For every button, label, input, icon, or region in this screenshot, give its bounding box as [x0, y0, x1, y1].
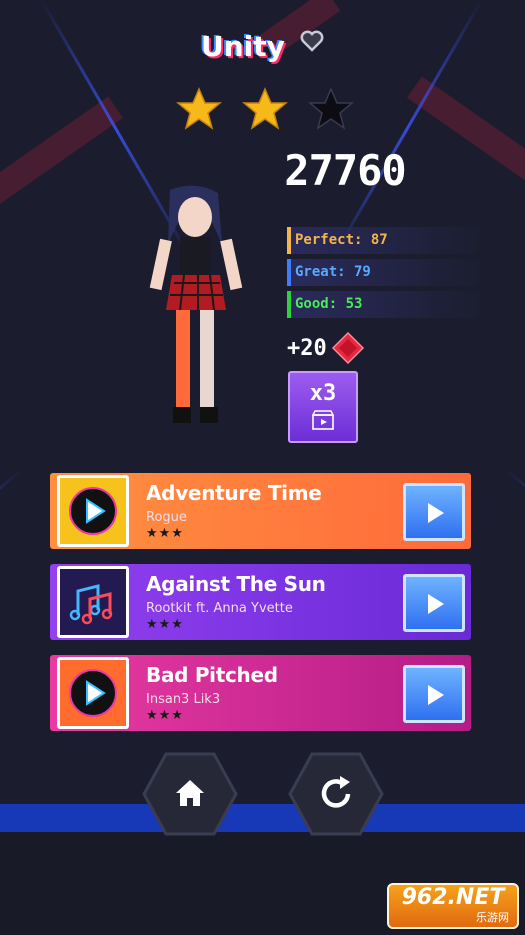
play-disc-icon — [69, 669, 117, 717]
great-count: Great: 79 — [287, 259, 487, 286]
reward-amount: +20 — [287, 335, 327, 361]
home-button[interactable] — [142, 752, 238, 836]
play-disc-icon — [69, 487, 117, 535]
character-avatar — [149, 185, 243, 423]
play-icon — [428, 685, 444, 705]
stage-floor — [0, 804, 525, 832]
play-song-button[interactable] — [403, 574, 465, 632]
star-empty-icon — [308, 87, 354, 130]
song-cover — [57, 566, 129, 638]
song-row[interactable]: Bad Pitched Insan3 Lik3 ★★★ — [50, 655, 471, 731]
music-notes-icon — [69, 584, 113, 625]
star-filled-icon — [242, 87, 288, 130]
song-stars: ★★★ — [146, 708, 184, 723]
ruby-gem-icon — [331, 331, 364, 365]
play-icon — [428, 594, 444, 614]
video-ad-icon — [311, 410, 335, 430]
song-stars: ★★★ — [146, 526, 184, 541]
watermark-sub: 乐游网 — [476, 911, 509, 924]
watch-ad-multiplier-button[interactable]: x3 — [288, 371, 358, 443]
level-title: Unity — [201, 30, 285, 63]
light-beam — [505, 468, 525, 639]
song-artist: Insan3 Lik3 — [146, 692, 221, 707]
song-row[interactable]: Against The Sun Rootkit ft. Anna Yvette … — [50, 564, 471, 640]
gem-reward: +20 — [287, 331, 365, 365]
favorite-heart-icon[interactable] — [300, 30, 324, 56]
song-title: Bad Pitched — [146, 663, 278, 687]
background — [0, 0, 525, 935]
watermark-brand: 962.NET — [401, 885, 505, 910]
song-row[interactable]: Adventure Time Rogue ★★★ — [50, 473, 471, 549]
replay-button[interactable] — [288, 752, 384, 836]
play-song-button[interactable] — [403, 665, 465, 723]
song-stars: ★★★ — [146, 617, 184, 632]
song-cover — [57, 475, 129, 547]
song-artist: Rootkit ft. Anna Yvette — [146, 601, 293, 616]
good-count: Good: 53 — [287, 291, 487, 318]
song-artist: Rogue — [146, 510, 187, 525]
level-header: Unity — [0, 30, 525, 63]
play-song-button[interactable] — [403, 483, 465, 541]
site-watermark: 962.NET 乐游网 — [387, 883, 519, 929]
play-icon — [428, 503, 444, 523]
song-cover — [57, 657, 129, 729]
perfect-count: Perfect: 87 — [287, 227, 487, 254]
star-rating — [176, 86, 354, 132]
song-title: Against The Sun — [146, 572, 326, 596]
light-beam — [0, 468, 23, 639]
song-title: Adventure Time — [146, 481, 322, 505]
score: 27760 — [284, 146, 406, 195]
star-filled-icon — [176, 87, 222, 130]
multiplier-label: x3 — [309, 381, 337, 406]
